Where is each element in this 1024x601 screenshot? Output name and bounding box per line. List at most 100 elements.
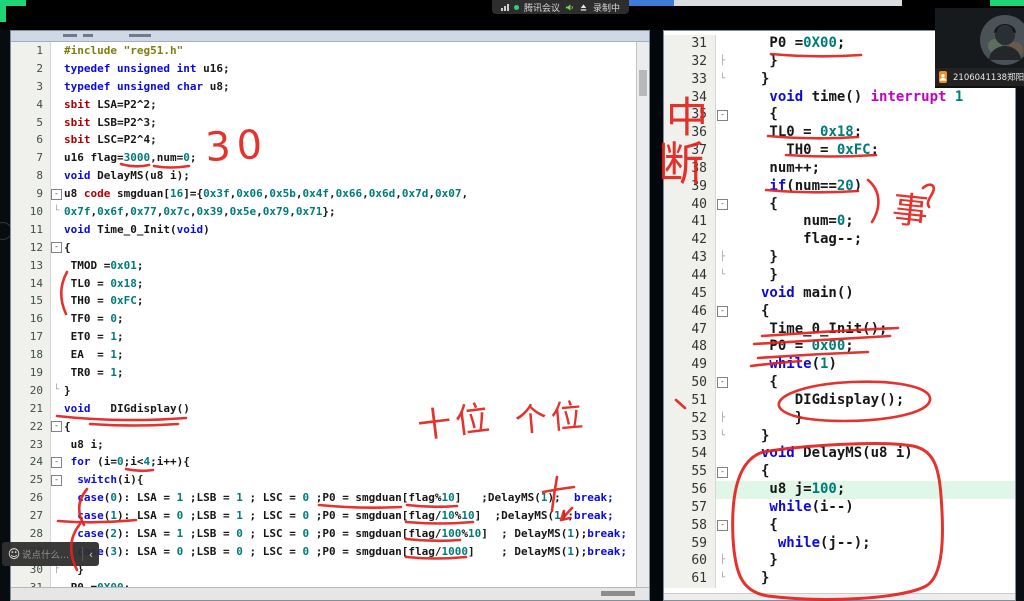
- fold-tree: [716, 356, 729, 374]
- code-line-4[interactable]: 4sbit LSA=P2^2;: [11, 96, 649, 114]
- line-number: 5: [11, 114, 51, 132]
- emoji-icon[interactable]: ☺: [6, 547, 22, 561]
- code-line-1[interactable]: 1#include "reg51.h": [11, 42, 649, 60]
- code-line-26[interactable]: 26 case(0): LSA = 1 ;LSB = 1 ; LSC = 0 ;…: [11, 489, 649, 507]
- code-line-22[interactable]: 22-{: [11, 418, 649, 436]
- code-line-37[interactable]: 37 TH0 = 0xFC;: [664, 142, 1015, 160]
- code-text: case(1): LSA = 0 ;LSB = 1 ; LSC = 0 ;P0 …: [62, 507, 614, 525]
- fold-toggle-icon[interactable]: -: [51, 471, 62, 489]
- code-line-55[interactable]: 55-{: [664, 463, 1015, 481]
- code-line-34[interactable]: 34 void time() interrupt 1: [664, 89, 1015, 107]
- code-line-25[interactable]: 25- switch(i){: [11, 471, 649, 489]
- code-line-45[interactable]: 45void main(): [664, 285, 1015, 303]
- chat-input-placeholder[interactable]: 说点什么...: [22, 547, 82, 561]
- fold-toggle-icon[interactable]: -: [51, 185, 62, 203]
- code-line-6[interactable]: 6sbit LSC=P2^4;: [11, 131, 649, 149]
- code-editor-right[interactable]: 31 P0 =0X00;32├ }33└}34 void time() inte…: [663, 30, 1016, 601]
- fold-toggle-icon[interactable]: -: [716, 303, 729, 321]
- code-text: case(0): LSA = 1 ;LSB = 1 ; LSC = 0 ;P0 …: [62, 489, 614, 507]
- fold-toggle-icon[interactable]: -: [716, 106, 729, 124]
- line-number: 42: [664, 231, 716, 249]
- code-editor-left[interactable]: 1#include "reg51.h"2typedef unsigned int…: [10, 30, 650, 601]
- line-number: 61: [664, 570, 716, 588]
- code-line-10[interactable]: 10└0x7f,0x6f,0x77,0x7c,0x39,0x5e,0x79,0x…: [11, 203, 649, 221]
- fold-toggle-icon[interactable]: -: [51, 453, 62, 471]
- code-line-27[interactable]: 27 case(1): LSA = 0 ;LSB = 1 ; LSC = 0 ;…: [11, 507, 649, 525]
- code-line-5[interactable]: 5sbit LSB=P2^3;: [11, 114, 649, 132]
- line-number: 16: [11, 310, 51, 328]
- webcam-tile[interactable]: 2106041138郑阳: [935, 8, 1024, 88]
- code-line-50[interactable]: 50- {: [664, 374, 1015, 392]
- code-line-58[interactable]: 58- {: [664, 517, 1015, 535]
- code-line-24[interactable]: 24- for (i=0;i<4;i++){: [11, 453, 649, 471]
- fold-toggle-icon[interactable]: -: [51, 418, 62, 436]
- fold-tree: [51, 78, 62, 96]
- line-number: 36: [664, 124, 716, 142]
- code-line-39[interactable]: 39 if(num==20): [664, 178, 1015, 196]
- code-line-42[interactable]: 42 flag--;: [664, 231, 1015, 249]
- scrollbar-thumb[interactable]: [601, 591, 635, 596]
- code-line-57[interactable]: 57 while(i--): [664, 499, 1015, 517]
- code-line-9[interactable]: 9-u8 code smgduan[16]={0x3f,0x06,0x5b,0x…: [11, 185, 649, 203]
- code-line-49[interactable]: 49 while(1): [664, 356, 1015, 374]
- code-line-19[interactable]: 19 TR0 = 1;: [11, 364, 649, 382]
- horizontal-scrollbar[interactable]: [11, 587, 649, 600]
- code-line-13[interactable]: 13 TMOD =0x01;: [11, 257, 649, 275]
- participant-avatar: [935, 8, 1024, 68]
- code-line-28[interactable]: 28 case(2): LSA = 1 ;LSB = 0 ; LSC = 0 ;…: [11, 525, 649, 543]
- code-line-16[interactable]: 16 TF0 = 0;: [11, 310, 649, 328]
- code-line-44[interactable]: 44└ }: [664, 267, 1015, 285]
- code-line-2[interactable]: 2typedef unsigned int u16;: [11, 60, 649, 78]
- horizontal-scrollbar[interactable]: [664, 593, 1015, 600]
- code-line-11[interactable]: 11void Time_0_Init(void): [11, 221, 649, 239]
- collapse-chevron-icon[interactable]: ‹: [83, 548, 99, 561]
- code-line-52[interactable]: 52├ }: [664, 410, 1015, 428]
- fold-toggle-icon[interactable]: -: [716, 517, 729, 535]
- code-line-18[interactable]: 18 EA = 1;: [11, 346, 649, 364]
- code-line-3[interactable]: 3typedef unsigned char u8;: [11, 78, 649, 96]
- code-line-21[interactable]: 21void DIGdisplay(): [11, 400, 649, 418]
- code-line-15[interactable]: 15 TH0 = 0xFC;: [11, 292, 649, 310]
- code-line-17[interactable]: 17 ET0 = 1;: [11, 328, 649, 346]
- code-line-8[interactable]: 8void DelayMS(u8 i);: [11, 167, 649, 185]
- code-line-41[interactable]: 41 num=0;: [664, 213, 1015, 231]
- code-line-23[interactable]: 23 u8 i;: [11, 436, 649, 454]
- chat-quick-bar[interactable]: ☺ 说点什么... ‹: [2, 542, 99, 566]
- code-line-14[interactable]: 14 TL0 = 0x18;: [11, 275, 649, 293]
- code-text: case(3): LSA = 0 ;LSB = 0 ; LSC = 0 ;P0 …: [62, 543, 627, 561]
- fold-toggle-icon[interactable]: -: [51, 239, 62, 257]
- code-line-40[interactable]: 40- {: [664, 196, 1015, 214]
- fold-toggle-icon[interactable]: -: [716, 196, 729, 214]
- line-number: 56: [664, 481, 716, 499]
- code-line-61[interactable]: 61└}: [664, 570, 1015, 588]
- code-line-56[interactable]: 56 u8 j=100;: [664, 481, 1015, 499]
- code-line-38[interactable]: 38 num++;: [664, 160, 1015, 178]
- fold-tree: [716, 89, 729, 107]
- code-line-51[interactable]: 51 DIGdisplay();: [664, 392, 1015, 410]
- code-line-60[interactable]: 60├ }: [664, 552, 1015, 570]
- code-line-59[interactable]: 59 while(j--);: [664, 535, 1015, 553]
- code-line-12[interactable]: 12-{: [11, 239, 649, 257]
- code-line-7[interactable]: 7u16 flag=3000,num=0;: [11, 149, 649, 167]
- fold-tree: └: [51, 203, 62, 221]
- code-line-35[interactable]: 35- {: [664, 106, 1015, 124]
- code-line-43[interactable]: 43├ }: [664, 249, 1015, 267]
- code-line-30[interactable]: 30├ }: [11, 561, 649, 579]
- code-line-47[interactable]: 47 Time_0_Init();: [664, 321, 1015, 339]
- code-line-53[interactable]: 53└}: [664, 428, 1015, 446]
- code-line-29[interactable]: 29 case(3): LSA = 0 ;LSB = 0 ; LSC = 0 ;…: [11, 543, 649, 561]
- scrollbar-thumb[interactable]: [639, 70, 647, 96]
- code-line-48[interactable]: 48 P0 = 0x00;: [664, 338, 1015, 356]
- code-line-20[interactable]: 20└}: [11, 382, 649, 400]
- line-number: 4: [11, 96, 51, 114]
- code-text: for (i=0;i<4;i++){: [62, 453, 190, 471]
- code-line-46[interactable]: 46-{: [664, 303, 1015, 321]
- fold-toggle-icon[interactable]: -: [716, 463, 729, 481]
- code-line-36[interactable]: 36 TL0 = 0x18;: [664, 124, 1015, 142]
- fold-toggle-icon[interactable]: -: [716, 374, 729, 392]
- meeting-status-pill[interactable]: 腾讯会议 录制中: [492, 0, 629, 14]
- vertical-scrollbar[interactable]: [636, 42, 649, 588]
- fold-tree: [51, 42, 62, 60]
- code-line-54[interactable]: 54void DelayMS(u8 i): [664, 445, 1015, 463]
- right-dark-strip: [1016, 30, 1024, 601]
